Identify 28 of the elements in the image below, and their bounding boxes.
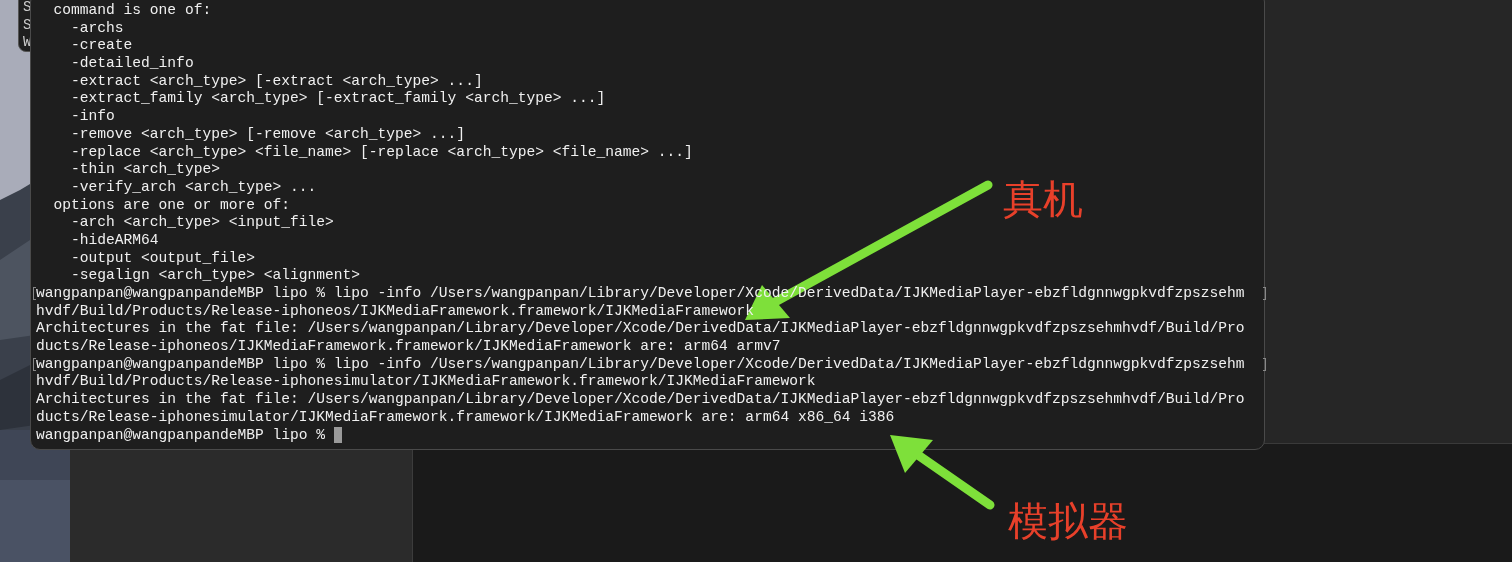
annotation-label: 模拟器 xyxy=(1008,497,1128,545)
terminal-prompt: wangpanpan@wangpanpandeMBP lipo % xyxy=(36,426,326,445)
mark-bracket xyxy=(1263,287,1266,300)
terminal-line: -remove <arch_type> [-remove <arch_type> ...] xyxy=(70,125,466,144)
terminal-line: -thin <arch_type> xyxy=(70,161,220,179)
terminal-line: -segalign <arch_type> <alignment> xyxy=(70,267,361,285)
terminal-line: command is one of: xyxy=(52,2,212,20)
terminal-line: -detailed_info xyxy=(70,55,194,73)
terminal-line: options are one or more of: xyxy=(52,196,290,215)
terminal-line: hvdf/Build/Products/Release-iphonesimulator/IJKMediaFramework.framework/IJKMediaFramework xyxy=(36,373,816,392)
terminal-line: -extract <arch_type> [-extract <arch_type> ...] xyxy=(70,72,483,91)
terminal-line: -replace <arch_type> <file_name> [-replace <arch_type> <file_name> ...] xyxy=(70,143,693,162)
terminal-line: -info xyxy=(70,108,115,126)
terminal-line: ducts/Release-iphonesimulator/IJKMediaFramework.framework/IJKMediaFramework are: arm64 x86_64 i386 xyxy=(36,408,895,427)
terminal-line: -hideARM64 xyxy=(70,231,159,250)
terminal-line: Architectures in the fat file: /Users/wangpanpan/Library/Developer/Xcode/DerivedData/IJKMediaPlayer-ebzfldgnnwgpkvdfzpszsehmhvdf/Build/Pro xyxy=(36,320,1245,339)
terminal-line: -arch <arch_type> <input_file> xyxy=(70,214,334,232)
text-cursor xyxy=(333,427,342,444)
terminal-line: -archs xyxy=(70,19,124,38)
mark-bracket xyxy=(1263,357,1266,371)
terminal-line: -verify_arch <arch_type> ... xyxy=(70,178,317,197)
terminal-line: ducts/Release-iphoneos/IJKMediaFramework.framework/IJKMediaFramework are: arm64 armv7 xyxy=(36,338,781,356)
terminal-line: -output <output_file> xyxy=(70,249,255,268)
terminal-line: Architectures in the fat file: /Users/wangpanpan/Library/Developer/Xcode/DerivedData/IJKMediaPlayer-ebzfldgnnwgpkvdfzpszsehmhvdf/Build/Pro xyxy=(36,391,1245,409)
annotation-label: 真机 xyxy=(1003,175,1083,223)
terminal-line: -create xyxy=(70,37,133,56)
terminal-line: wangpanpan@wangpanpandeMBP lipo % lipo -info /Users/wangpanpan/Library/Developer/Xcode/DerivedData/IJKMediaPlayer-ebzfldgnnwgpkvdfzpszsehm xyxy=(36,355,1245,374)
terminal-line: -extract_family <arch_type> [-extract_family <arch_type> ...] xyxy=(70,90,606,109)
